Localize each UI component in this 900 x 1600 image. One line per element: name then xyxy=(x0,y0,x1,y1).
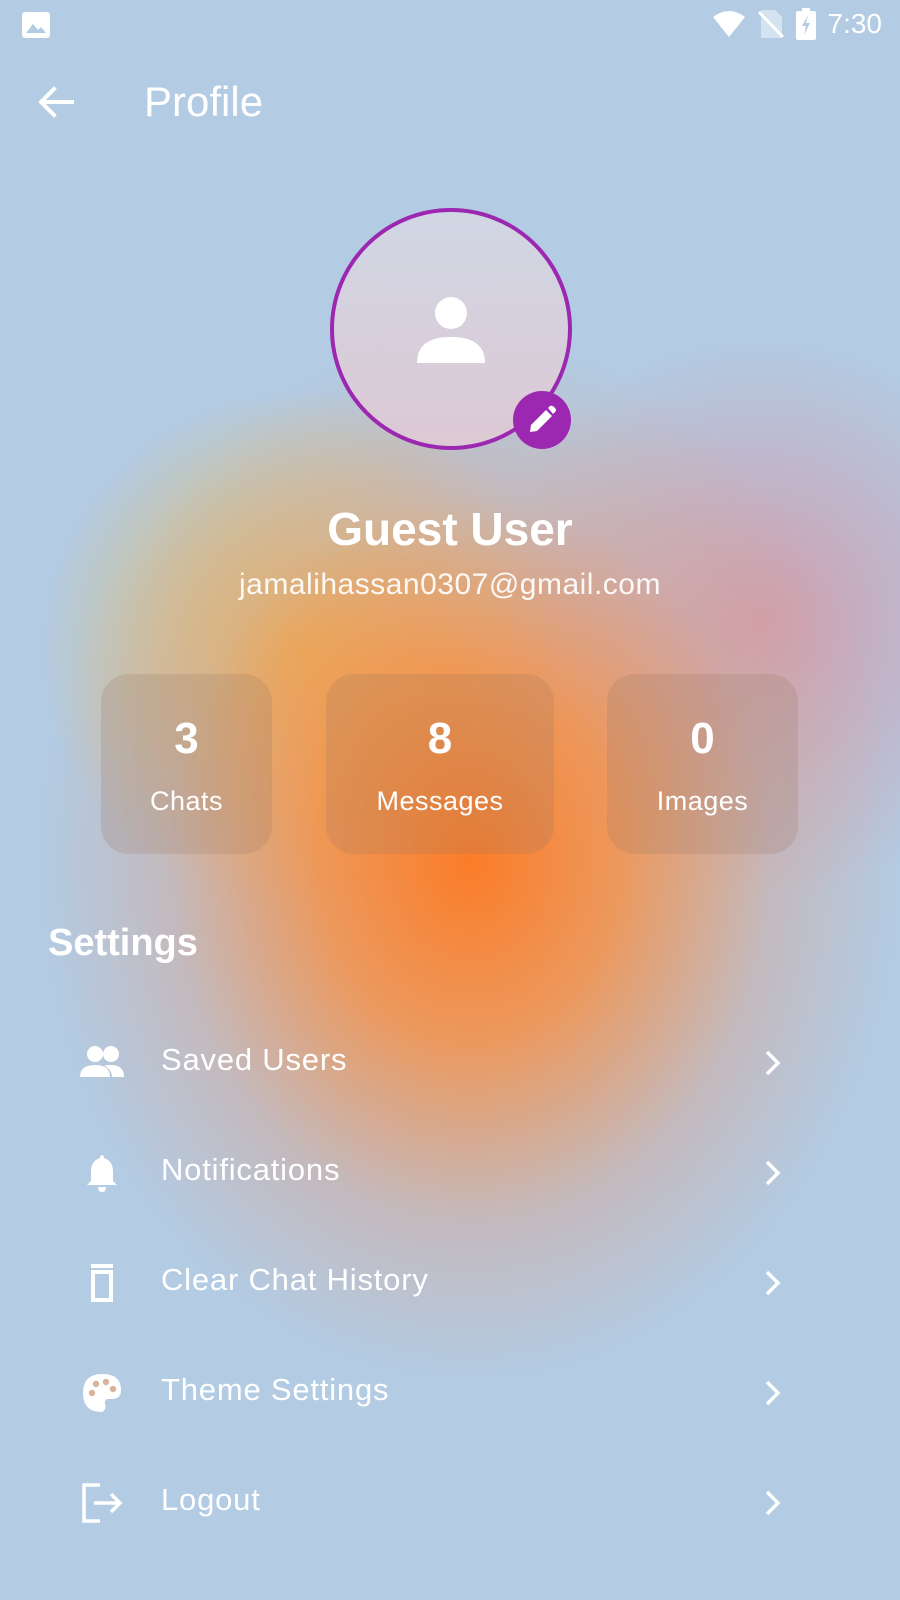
settings-item-notifications[interactable]: Notifications xyxy=(48,1118,852,1228)
status-bar: 7:30 xyxy=(0,0,900,48)
settings-item-saved-users[interactable]: Saved Users xyxy=(48,1008,852,1118)
stat-value: 3 xyxy=(174,714,199,763)
arrow-left-icon xyxy=(38,86,74,118)
settings-item-label: Saved Users xyxy=(161,1042,348,1077)
wifi-icon xyxy=(712,11,745,37)
avatar-container xyxy=(330,208,572,450)
stat-card-images: 0 Images xyxy=(607,674,798,854)
chevron-right-icon xyxy=(765,1160,781,1186)
back-button[interactable] xyxy=(36,82,76,122)
settings-item-label: Clear Chat History xyxy=(161,1262,429,1297)
chevron-right-icon xyxy=(765,1380,781,1406)
stat-card-chats: 3 Chats xyxy=(101,674,272,854)
settings-item-theme-settings[interactable]: Theme Settings xyxy=(48,1338,852,1448)
chevron-right-icon xyxy=(765,1490,781,1516)
stat-label: Messages xyxy=(376,786,504,816)
page-title: Profile xyxy=(144,78,264,125)
image-icon xyxy=(22,12,50,38)
app-bar: Profile xyxy=(0,62,900,146)
stat-value: 8 xyxy=(427,714,453,763)
logout-icon xyxy=(82,1483,123,1523)
edit-avatar-button[interactable] xyxy=(513,391,571,449)
settings-item-label: Logout xyxy=(161,1482,261,1517)
settings-item-label: Notifications xyxy=(161,1152,341,1187)
settings-item-label: Theme Settings xyxy=(161,1372,390,1407)
person-icon xyxy=(417,297,485,363)
pencil-icon xyxy=(530,405,556,432)
stat-value: 0 xyxy=(690,714,715,763)
stat-label: Chats xyxy=(149,786,224,816)
people-icon xyxy=(80,1046,124,1077)
battery-charging-icon xyxy=(795,8,816,40)
chevron-right-icon xyxy=(765,1050,781,1076)
stat-label: Images xyxy=(656,786,749,816)
user-name: Guest User xyxy=(327,503,573,555)
stat-card-messages: 8 Messages xyxy=(326,674,554,854)
palette-icon xyxy=(83,1374,121,1412)
settings-item-clear-chat-history[interactable]: Clear Chat History xyxy=(48,1228,852,1338)
settings-heading: Settings xyxy=(48,922,198,964)
bell-icon xyxy=(87,1155,117,1192)
user-email: jamalihassan0307@gmail.com xyxy=(239,568,661,601)
trash-icon xyxy=(91,1264,113,1302)
no-sim-icon xyxy=(757,10,784,39)
status-time: 7:30 xyxy=(827,8,883,39)
chevron-right-icon xyxy=(765,1270,781,1296)
settings-item-logout[interactable]: Logout xyxy=(48,1448,852,1558)
